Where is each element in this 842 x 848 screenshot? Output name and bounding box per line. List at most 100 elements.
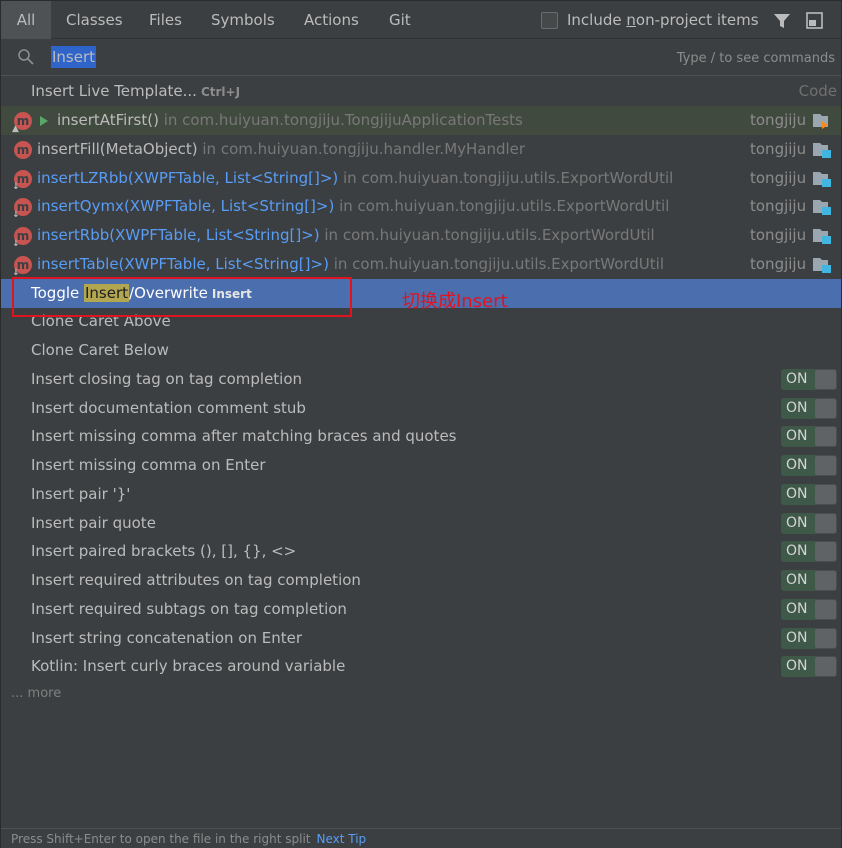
include-nonproject-label: Include non-project items [567,11,759,29]
symbol-row[interactable]: m ↓ insertQymx(XWPFTable, List<String[]>)… [1,192,841,221]
toggle-knob [815,399,836,418]
method-icon: m ▲ [12,112,32,134]
option-label: Insert pair quote [31,514,156,532]
option-label: Kotlin: Insert curly braces around varia… [31,657,346,675]
option-row[interactable]: Insert string concatenation on Enter ON [1,624,841,653]
pin-window-icon[interactable] [806,12,823,29]
on-off-toggle[interactable]: ON [781,656,837,677]
option-row[interactable]: Insert missing comma on Enter ON [1,451,841,480]
module-name: tongjiju [750,140,807,158]
toggle-knob [815,370,836,389]
status-text: Press Shift+Enter to open the file in th… [11,832,311,846]
more-link[interactable]: ... more [11,686,61,701]
search-input[interactable]: Insert [51,46,97,68]
toggle-state: ON [781,656,815,677]
toggle-state: ON [781,369,815,390]
on-off-toggle[interactable]: ON [781,398,837,419]
tab-symbols[interactable]: Symbols [211,1,275,39]
on-off-toggle[interactable]: ON [781,426,837,447]
toggle-state: ON [781,570,815,591]
include-nonproject-toggle[interactable]: Include non-project items [541,10,759,30]
toggle-state: ON [781,513,815,534]
group-label-code: Code [798,82,837,100]
tab-files[interactable]: Files [149,1,182,39]
search-hint: Type / to see commands [676,51,835,66]
tab-actions[interactable]: Actions [304,1,359,39]
toggle-state: ON [781,599,815,620]
option-row[interactable]: Insert paired brackets (), [], {}, <> ON [1,537,841,566]
annotation-text: 切换成Insert [402,291,508,312]
on-off-toggle[interactable]: ON [781,513,837,534]
option-row[interactable]: Insert pair '}' ON [1,480,841,509]
option-row[interactable]: Insert required attributes on tag comple… [1,566,841,595]
option-label: Insert missing comma on Enter [31,456,266,474]
module-folder-icon [813,229,831,244]
live-template-label: Insert Live Template... Ctrl+J [31,82,241,100]
module-folder-icon [813,200,831,215]
symbol-row[interactable]: m insertFill(MetaObject) in com.huiyuan.… [1,135,841,164]
option-row[interactable]: Kotlin: Insert curly braces around varia… [1,652,841,681]
toggle-state: ON [781,484,815,505]
toggle-knob [815,657,836,676]
on-off-toggle[interactable]: ON [781,599,837,620]
toggle-state: ON [781,398,815,419]
symbol-row[interactable]: m ↓ insertTable(XWPFTable, List<String[]>… [1,250,841,279]
option-row[interactable]: Insert pair quote ON [1,509,841,538]
list-item-live-template[interactable]: Insert Live Template... Ctrl+J Code [1,77,841,106]
option-row[interactable]: Insert documentation comment stub ON [1,394,841,423]
module-name: tongjiju [750,197,807,215]
symbol-text: insertQymx(XWPFTable, List<String[]>) in… [37,197,670,215]
on-off-toggle[interactable]: ON [781,369,837,390]
tab-git[interactable]: Git [389,1,411,39]
method-icon: m ↓ [12,256,32,278]
search-everywhere-popup: All Classes Files Symbols Actions Git In… [0,0,842,848]
symbol-row[interactable]: m ▲ insertAtFirst() in com.huiyuan.tongji… [1,106,841,135]
module-folder-icon [813,258,831,273]
search-row: Insert Type / to see commands [1,39,841,76]
tab-all[interactable]: All [1,1,51,39]
on-off-toggle[interactable]: ON [781,570,837,591]
toggle-knob [815,514,836,533]
method-icon: m ↓ [12,227,32,249]
option-label: Insert missing comma after matching brac… [31,427,457,445]
module-folder-icon [813,143,831,158]
symbol-text: insertTable(XWPFTable, List<String[]>) i… [37,255,665,273]
option-row[interactable]: Insert closing tag on tag completion ON [1,365,841,394]
annotation-box [12,277,352,317]
method-icon: m ↓ [12,198,32,220]
action-clone-caret-below[interactable]: Clone Caret Below [1,336,841,365]
on-off-toggle[interactable]: ON [781,541,837,562]
module-folder-icon [813,172,831,187]
tab-classes[interactable]: Classes [66,1,123,39]
include-nonproject-checkbox[interactable] [541,11,558,29]
module-name: tongjiju [750,169,807,187]
next-tip-link[interactable]: Next Tip [316,832,366,846]
option-row[interactable]: Insert missing comma after matching brac… [1,422,841,451]
toggle-state: ON [781,426,815,447]
funnel-icon[interactable] [773,12,791,30]
on-off-toggle[interactable]: ON [781,484,837,505]
toggle-knob [815,542,836,561]
action-label: Clone Caret Below [31,341,169,359]
method-icon: m [14,141,32,159]
toggle-state: ON [781,628,815,649]
module-name: tongjiju [750,255,807,273]
option-label: Insert pair '}' [31,485,131,503]
method-icon: m ↓ [12,170,32,192]
toggle-state: ON [781,455,815,476]
option-row[interactable]: Insert required subtags on tag completio… [1,595,841,624]
symbol-text: insertAtFirst() in com.huiyuan.tongjiju.… [57,111,523,129]
on-off-toggle[interactable]: ON [781,628,837,649]
toggle-state: ON [781,541,815,562]
toggle-knob [815,485,836,504]
on-off-toggle[interactable]: ON [781,455,837,476]
module-folder-icon [813,114,828,129]
symbol-text: insertRbb(XWPFTable, List<String[]>) in … [37,226,655,244]
symbol-row[interactable]: m ↓ insertLZRbb(XWPFTable, List<String[]>… [1,164,841,193]
symbol-row[interactable]: m ↓ insertRbb(XWPFTable, List<String[]>) … [1,221,841,250]
option-label: Insert string concatenation on Enter [31,629,303,647]
toggle-knob [815,600,836,619]
toggle-knob [815,456,836,475]
tab-bar: All Classes Files Symbols Actions Git In… [1,1,841,39]
run-test-icon [40,116,48,126]
